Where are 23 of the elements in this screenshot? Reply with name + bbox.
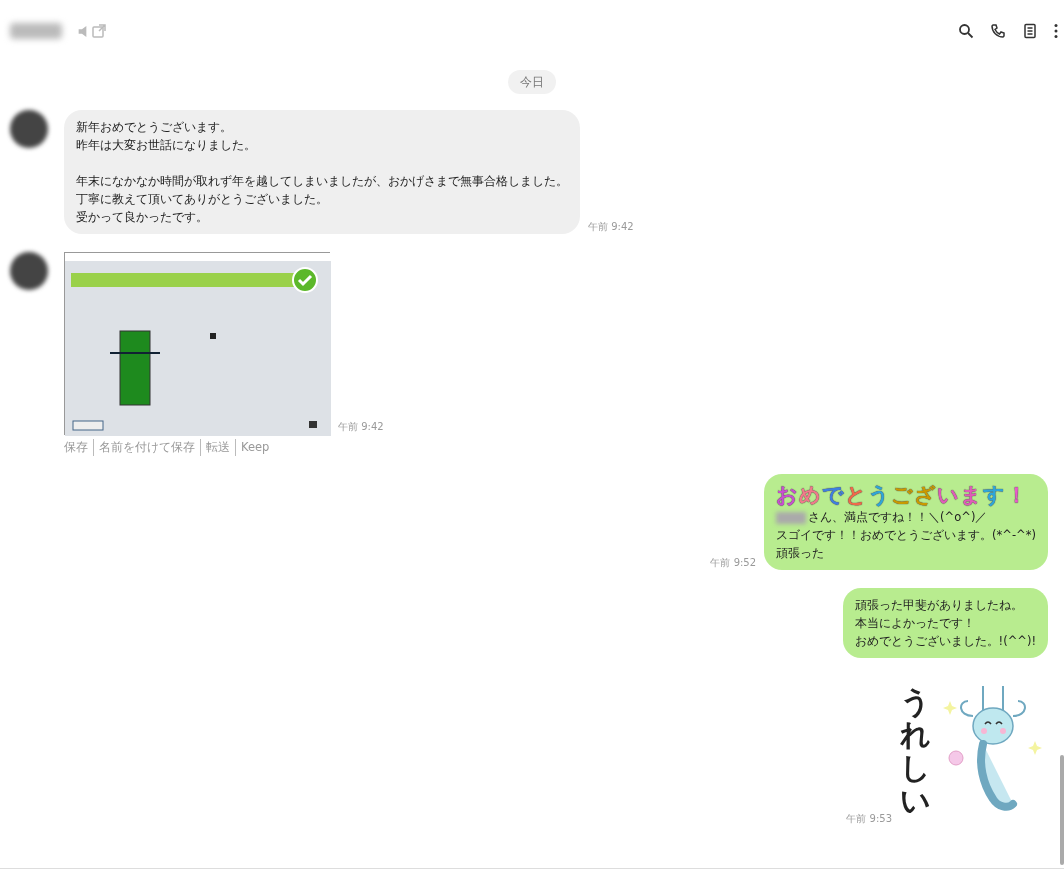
message-bubble: 頑張った甲斐がありましたね。 本当によかったです！ おめでとうございました。!(^^)! (842, 588, 1048, 659)
image-action-link[interactable]: 保存 (64, 439, 88, 457)
image-action-link[interactable]: 転送 (200, 439, 230, 457)
scrollbar-thumb[interactable] (1060, 755, 1064, 865)
message-time: 午前 9:53 (846, 812, 892, 827)
avatar-blurred (10, 110, 48, 148)
message-bubble: 新年おめでとうございます。 昨年は大変お世話になりました。 年末になかなか時間が取れず年を越してしまいましたが、おかげさまで無事合格しました。 丁寧に教えて頂いてありがとうございました。 受かって良かったです。 (64, 110, 580, 234)
avatar-blurred (10, 252, 48, 290)
speaker-muted-icon (78, 25, 87, 37)
message-bubble: おめでと う ござい ま す！ さん、満点ですね！！＼(^o^)／ スゴイです！！おめでとうございます。(*^-^*) 頑張った (764, 474, 1048, 571)
sticker-drawing: うれしい (900, 676, 1048, 827)
notes-icon[interactable] (1022, 23, 1038, 39)
message-time: 午前 9:52 (710, 556, 757, 571)
message-time: 午前 9:42 (588, 220, 634, 234)
image-action-link[interactable]: 名前を付けて保存 (93, 439, 195, 457)
date-chip: 今日 (508, 70, 556, 94)
phone-icon[interactable] (990, 23, 1006, 39)
more-menu-icon[interactable] (1054, 23, 1058, 39)
image-action-link[interactable]: Keep (235, 439, 270, 457)
message-time: 午前 9:42 (338, 420, 384, 435)
search-icon[interactable] (958, 23, 974, 39)
chat-name-blurred (10, 23, 62, 39)
blurred-name (776, 511, 807, 524)
